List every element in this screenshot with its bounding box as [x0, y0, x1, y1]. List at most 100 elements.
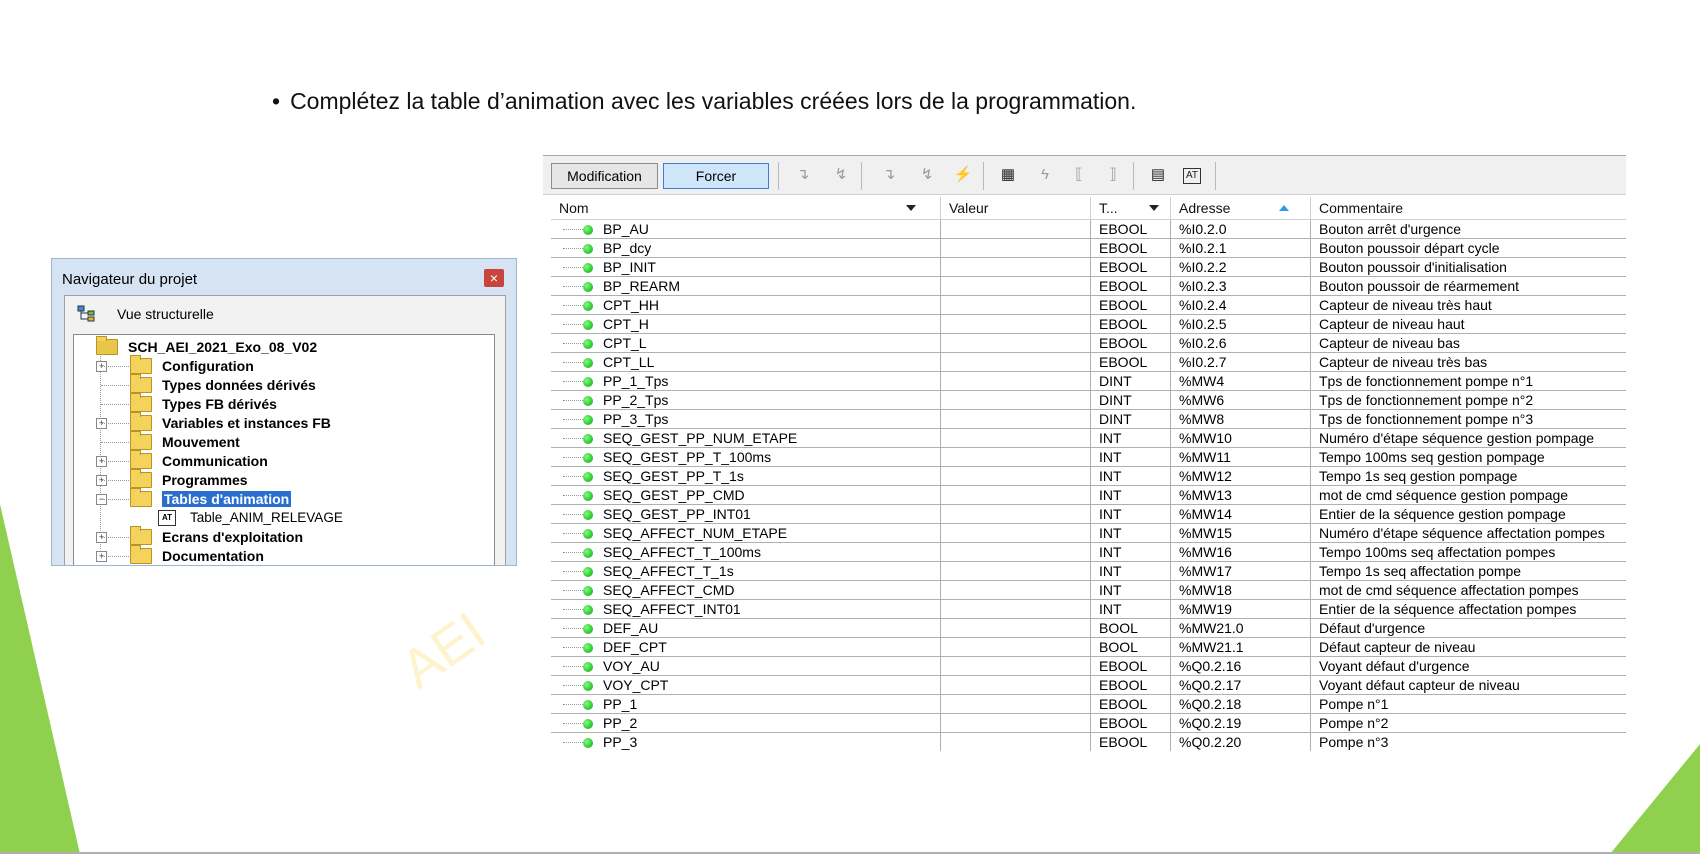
modification-button[interactable]: Modification [551, 163, 658, 189]
status-green-icon [583, 263, 593, 273]
cell-adresse: %MW15 [1171, 524, 1311, 543]
tree-item[interactable]: Variables et instances FB [130, 411, 331, 432]
table-row[interactable]: CPT_LL EBOOL %I0.2.7 Capteur de niveau très… [551, 353, 1626, 372]
grid-icon[interactable]: ▦ [998, 166, 1018, 184]
cell-valeur[interactable] [941, 353, 1091, 372]
cell-valeur[interactable] [941, 258, 1091, 277]
structural-view-tab[interactable]: Vue structurelle [77, 302, 214, 326]
tree-item[interactable]: Mouvement [130, 430, 240, 451]
tree-item[interactable]: Tables d'animation [130, 487, 292, 508]
status-green-icon [583, 339, 593, 349]
tree-item[interactable]: Ecrans d'exploitation [130, 525, 303, 546]
table-row[interactable]: SEQ_GEST_PP_CMD INT %MW13 mot de cmd séquen… [551, 486, 1626, 505]
at-table-icon[interactable]: AT [1183, 168, 1201, 184]
cell-valeur[interactable] [941, 429, 1091, 448]
cell-valeur[interactable] [941, 714, 1091, 733]
cell-valeur[interactable] [941, 410, 1091, 429]
cell-valeur[interactable] [941, 695, 1091, 714]
tree-item[interactable]: Types données dérivés [130, 373, 316, 394]
header-adresse[interactable]: Adresse [1171, 197, 1311, 219]
table-row[interactable]: PP_2_Tps DINT %MW6 Tps de fonctionnement po… [551, 391, 1626, 410]
tree-item[interactable]: Types FB dérivés [130, 392, 277, 413]
table-row[interactable]: PP_3 EBOOL %Q0.2.20 Pompe n°3 [551, 733, 1626, 751]
cell-valeur[interactable] [941, 239, 1091, 258]
tree-item[interactable]: Communication [130, 449, 268, 470]
table-row[interactable]: CPT_L EBOOL %I0.2.6 Capteur de niveau bas [551, 334, 1626, 353]
header-valeur[interactable]: Valeur [941, 197, 1091, 219]
tree-child-item[interactable]: AT Table_ANIM_RELEVAGE [158, 508, 343, 527]
table-row[interactable]: DEF_AU BOOL %MW21.0 Défaut d'urgence [551, 619, 1626, 638]
table-row[interactable]: BP_dcy EBOOL %I0.2.1 Bouton poussoir départ… [551, 239, 1626, 258]
cell-valeur[interactable] [941, 334, 1091, 353]
cell-valeur[interactable] [941, 220, 1091, 239]
table-row[interactable]: SEQ_AFFECT_T_1s INT %MW17 Tempo 1s seq affe… [551, 562, 1626, 581]
bracket-arrow-icon[interactable]: ⟧ [1103, 166, 1123, 184]
cell-valeur[interactable] [941, 600, 1091, 619]
cell-valeur[interactable] [941, 619, 1091, 638]
force-button[interactable]: Forcer [663, 163, 769, 189]
table-row[interactable]: SEQ_AFFECT_CMD INT %MW18 mot de cmd séquenc… [551, 581, 1626, 600]
table-row[interactable]: VOY_AU EBOOL %Q0.2.16 Voyant défaut d'urgen… [551, 657, 1626, 676]
table-row[interactable]: CPT_H EBOOL %I0.2.5 Capteur de niveau haut [551, 315, 1626, 334]
bracket-icon[interactable]: ⟦ [1069, 166, 1089, 184]
sort-ascending-icon[interactable] [1279, 205, 1289, 211]
cell-valeur[interactable] [941, 448, 1091, 467]
cell-valeur[interactable] [941, 562, 1091, 581]
tree-root[interactable]: SCH_AEI_2021_Exo_08_V02 [96, 335, 317, 356]
tree-item[interactable]: Programmes [130, 468, 248, 489]
cell-type: EBOOL [1091, 258, 1171, 277]
cell-commentaire: Bouton poussoir d'initialisation [1311, 258, 1626, 277]
table-row[interactable]: PP_3_Tps DINT %MW8 Tps de fonctionnement po… [551, 410, 1626, 429]
cell-valeur[interactable] [941, 543, 1091, 562]
table-row[interactable]: BP_REARM EBOOL %I0.2.3 Bouton poussoir de r… [551, 277, 1626, 296]
edit-table-icon[interactable]: ▤ [1148, 166, 1168, 184]
tree-item[interactable]: Configuration [130, 354, 254, 375]
header-type[interactable]: T... [1091, 197, 1171, 219]
table-row[interactable]: DEF_CPT BOOL %MW21.1 Défaut capteur de nive… [551, 638, 1626, 657]
tree-item[interactable]: Documentation [130, 544, 264, 565]
table-row[interactable]: SEQ_GEST_PP_T_100ms INT %MW11 Tempo 100ms s… [551, 448, 1626, 467]
dropdown-arrow-icon[interactable] [1149, 205, 1159, 211]
force-rising-icon[interactable]: ↴ [879, 166, 899, 184]
table-row[interactable]: BP_INIT EBOOL %I0.2.2 Bouton poussoir d'ini… [551, 258, 1626, 277]
cell-valeur[interactable] [941, 638, 1091, 657]
lightning-icon[interactable]: ϟ [1035, 166, 1055, 184]
table-row[interactable]: SEQ_AFFECT_T_100ms INT %MW16 Tempo 100ms se… [551, 543, 1626, 562]
cell-valeur[interactable] [941, 372, 1091, 391]
set-rising-icon[interactable]: ↴ [793, 166, 813, 184]
table-row[interactable]: PP_1_Tps DINT %MW4 Tps de fonctionnement po… [551, 372, 1626, 391]
tree-item-label: Types FB dérivés [162, 395, 277, 412]
table-row[interactable]: PP_2 EBOOL %Q0.2.19 Pompe n°2 [551, 714, 1626, 733]
table-row[interactable]: PP_1 EBOOL %Q0.2.18 Pompe n°1 [551, 695, 1626, 714]
cell-adresse: %MW14 [1171, 505, 1311, 524]
cell-valeur[interactable] [941, 581, 1091, 600]
header-nom[interactable]: Nom [551, 197, 941, 219]
set-falling-icon[interactable]: ↯ [831, 166, 851, 184]
cell-valeur[interactable] [941, 524, 1091, 543]
cell-valeur[interactable] [941, 505, 1091, 524]
cell-adresse: %I0.2.4 [1171, 296, 1311, 315]
table-row[interactable]: SEQ_GEST_PP_NUM_ETAPE INT %MW10 Numéro d'ét… [551, 429, 1626, 448]
cell-valeur[interactable] [941, 486, 1091, 505]
header-commentaire[interactable]: Commentaire [1311, 197, 1626, 219]
cell-valeur[interactable] [941, 391, 1091, 410]
cell-valeur[interactable] [941, 657, 1091, 676]
table-row[interactable]: SEQ_AFFECT_INT01 INT %MW19 Entier de la séq… [551, 600, 1626, 619]
cell-valeur[interactable] [941, 296, 1091, 315]
cell-valeur[interactable] [941, 733, 1091, 751]
dropdown-arrow-icon[interactable] [906, 205, 916, 211]
unforce-icon[interactable]: ⚡ [953, 166, 973, 184]
cell-valeur[interactable] [941, 277, 1091, 296]
table-row[interactable]: BP_AU EBOOL %I0.2.0 Bouton arrêt d'urgence [551, 220, 1626, 239]
table-row[interactable]: CPT_HH EBOOL %I0.2.4 Capteur de niveau très… [551, 296, 1626, 315]
table-row[interactable]: VOY_CPT EBOOL %Q0.2.17 Voyant défaut capteu… [551, 676, 1626, 695]
cell-valeur[interactable] [941, 315, 1091, 334]
table-row[interactable]: SEQ_GEST_PP_T_1s INT %MW12 Tempo 1s seq ges… [551, 467, 1626, 486]
cell-valeur[interactable] [941, 467, 1091, 486]
force-falling-icon[interactable]: ↯ [917, 166, 937, 184]
table-row[interactable]: SEQ_AFFECT_NUM_ETAPE INT %MW15 Numéro d'éta… [551, 524, 1626, 543]
table-row[interactable]: SEQ_GEST_PP_INT01 INT %MW14 Entier de la sé… [551, 505, 1626, 524]
close-icon[interactable]: × [484, 269, 504, 287]
cell-type: INT [1091, 505, 1171, 524]
cell-valeur[interactable] [941, 676, 1091, 695]
